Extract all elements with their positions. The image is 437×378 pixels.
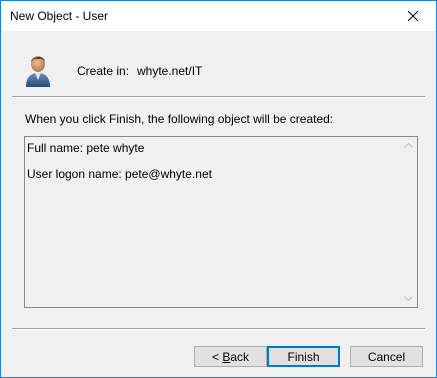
title-bar[interactable]: New Object - User (1, 1, 436, 31)
scroll-up-button[interactable] (400, 137, 417, 154)
footer-divider (12, 328, 425, 330)
chevron-down-icon (404, 296, 413, 301)
create-in-label: Create in: (77, 64, 130, 78)
new-object-user-dialog: New Object - User Create in: whyte.net/I… (0, 0, 437, 378)
chevron-up-icon (404, 143, 413, 148)
close-button[interactable] (390, 1, 436, 31)
cancel-button[interactable]: Cancel (350, 346, 423, 367)
header-divider (12, 96, 425, 98)
back-button[interactable]: < Back (194, 346, 267, 367)
summary-textbox[interactable]: Full name: pete whyte User logon name: p… (24, 136, 418, 308)
intro-text: When you click Finish, the following obj… (25, 112, 334, 126)
dialog-header: Create in: whyte.net/IT (1, 31, 436, 95)
user-icon (26, 56, 50, 87)
vertical-scrollbar[interactable] (400, 137, 417, 307)
close-icon (408, 11, 418, 21)
scroll-down-button[interactable] (400, 290, 417, 307)
back-button-rest: ack (230, 350, 250, 364)
logon-name-line: User logon name: pete@whyte.net (27, 167, 212, 181)
create-in-value: whyte.net/IT (137, 64, 203, 78)
back-button-prefix: < (211, 350, 223, 364)
full-name-line: Full name: pete whyte (27, 141, 145, 155)
window-title: New Object - User (10, 9, 109, 23)
finish-button[interactable]: Finish (267, 346, 340, 367)
